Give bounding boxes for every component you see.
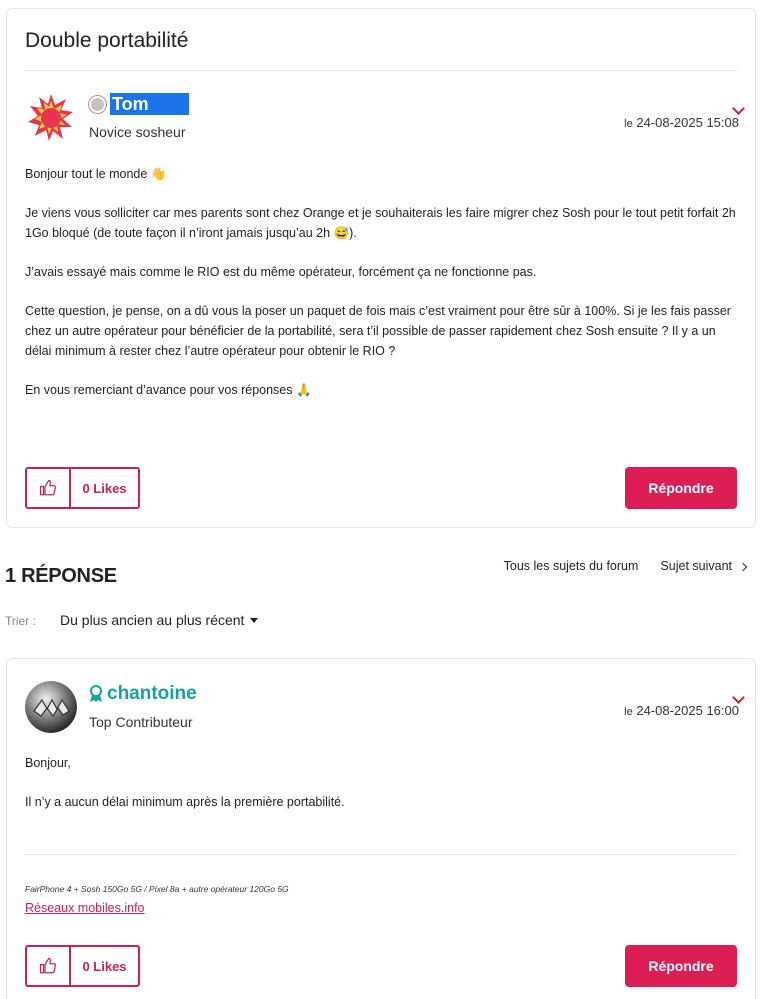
- date-prefix: le: [624, 118, 633, 130]
- avatar[interactable]: [25, 91, 77, 143]
- title-divider: [25, 70, 737, 71]
- chrome-avatar-icon: [25, 681, 77, 733]
- author-row: Tom: [89, 93, 189, 115]
- avatar[interactable]: [25, 681, 77, 733]
- post-body: Bonjour tout le monde 👋 Je viens vous so…: [25, 164, 739, 419]
- caret-down-icon: [250, 617, 259, 623]
- paragraph: Cette question, je pense, on a dû vous l…: [25, 304, 731, 358]
- thread-title: Double portabilité: [25, 29, 189, 52]
- chevron-right-icon: [738, 562, 748, 572]
- author-row: chantoine: [89, 683, 197, 705]
- post-date: le 24-08-2025 16:00: [624, 703, 739, 718]
- replies-heading: 1 RÉPONSE: [5, 565, 117, 587]
- likes-count[interactable]: 0 Likes: [71, 947, 138, 985]
- author-name[interactable]: Tom: [110, 93, 189, 115]
- paragraph: Il n’y a aucun délai minimum après la pr…: [25, 795, 345, 809]
- thumbs-up-icon: [39, 479, 56, 496]
- paragraph: J’avais essayé mais comme le RIO est du …: [25, 265, 537, 279]
- reply-post-card: chantoine Top Contributeur le 24-08-2025…: [6, 658, 756, 999]
- reply-button[interactable]: Répondre: [625, 467, 737, 509]
- paragraph: Bonjour,: [25, 756, 71, 770]
- contributor-ribbon-icon: [90, 685, 102, 702]
- signature-divider: [25, 854, 737, 855]
- post-date: le 24-08-2025 15:08: [624, 115, 739, 130]
- sort-dropdown[interactable]: Du plus ancien au plus récent: [60, 612, 259, 628]
- like-button[interactable]: [27, 947, 71, 985]
- paragraph: Bonjour tout le monde 👋: [25, 167, 167, 181]
- sort-label: Trier :: [5, 614, 36, 628]
- all-topics-link[interactable]: Tous les sujets du forum: [504, 559, 639, 573]
- signature-link[interactable]: Réseaux mobiles.info: [25, 901, 145, 915]
- next-topic-link[interactable]: Sujet suivant: [660, 559, 748, 573]
- chevron-down-icon[interactable]: [732, 102, 745, 115]
- like-control: 0 Likes: [25, 945, 140, 987]
- signature-text: FairPhone 4 + Sosh 150Go 5G / Pixel 8a +…: [25, 884, 289, 894]
- date-value: 24-08-2025 16:00: [636, 703, 739, 718]
- next-topic-label: Sujet suivant: [660, 559, 732, 573]
- rank-badge-icon: [89, 95, 106, 113]
- likes-count[interactable]: 0 Likes: [71, 469, 138, 507]
- forum-nav: Tous les sujets du forum Sujet suivant: [504, 559, 748, 573]
- author-rank: Novice sosheur: [89, 124, 186, 140]
- chevron-down-icon[interactable]: [732, 691, 745, 704]
- like-control: 0 Likes: [25, 467, 140, 509]
- date-prefix: le: [624, 706, 633, 718]
- author-name[interactable]: chantoine: [107, 683, 197, 705]
- sosh-logo-avatar-icon: [25, 91, 77, 143]
- paragraph: En vous remerciant d’avance pour vos rép…: [25, 383, 312, 397]
- sort-value: Du plus ancien au plus récent: [60, 612, 245, 628]
- date-value: 24-08-2025 15:08: [636, 115, 739, 130]
- thumbs-up-icon: [39, 957, 56, 974]
- author-rank: Top Contributeur: [89, 714, 193, 730]
- original-post-card: Double portabilité Tom Novice sosheur le…: [6, 8, 756, 528]
- paragraph: Je viens vous solliciter car mes parents…: [25, 206, 736, 240]
- like-button[interactable]: [27, 469, 71, 507]
- reply-button[interactable]: Répondre: [625, 945, 737, 987]
- post-body: Bonjour, Il n’y a aucun délai minimum ap…: [25, 753, 739, 831]
